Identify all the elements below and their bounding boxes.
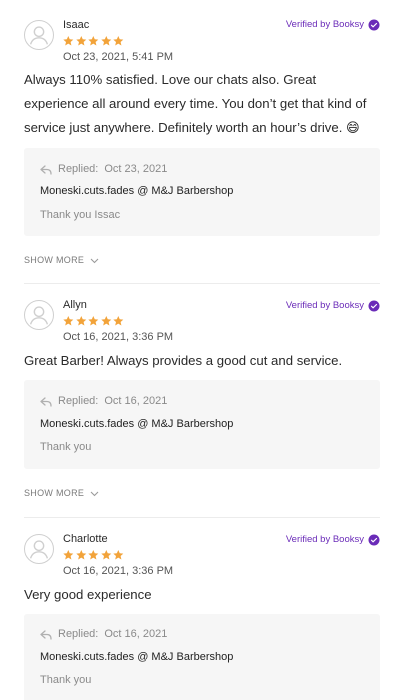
- review-text: Great Barber! Always provides a good cut…: [24, 353, 343, 368]
- review-text: Always 110% satisfied. Love our chats al…: [24, 72, 367, 135]
- chevron-down-icon: [90, 491, 99, 496]
- user-avatar-icon: [24, 300, 54, 330]
- business-reply: Replied: Oct 23, 2021 Moneski.cuts.fades…: [24, 148, 380, 236]
- verified-badge: Verified by Booksy: [286, 19, 380, 31]
- review-card: Charlotte Oct 16, 2021, 3:36 PM Verified…: [0, 515, 404, 700]
- show-more-label: SHOW MORE: [24, 255, 85, 265]
- show-more-label: SHOW MORE: [24, 488, 85, 498]
- star-rating: [62, 315, 125, 327]
- verified-badge: Verified by Booksy: [286, 534, 380, 546]
- star-icon: [101, 550, 112, 560]
- star-icon: [113, 550, 124, 560]
- star-icon: [101, 316, 112, 326]
- reply-arrow-icon: [40, 396, 52, 407]
- star-icon: [75, 550, 86, 560]
- star-icon: [75, 36, 86, 46]
- star-icon: [63, 316, 74, 326]
- star-icon: [101, 36, 112, 46]
- reply-text: Thank you: [40, 441, 92, 453]
- reviews-feed: Isaac Oct 23, 2021, 5:41 PM Verified by …: [0, 0, 404, 700]
- reviewer-name: Charlotte: [63, 533, 108, 545]
- reply-arrow-icon: [40, 629, 52, 640]
- reply-business-name: Moneski.cuts.fades @ M&J Barbershop: [40, 418, 234, 430]
- verified-label: Verified by Booksy: [285, 534, 364, 545]
- chevron-down-icon: [90, 258, 99, 263]
- business-reply: Replied: Oct 16, 2021 Moneski.cuts.fades…: [24, 380, 380, 469]
- star-icon: [63, 550, 74, 560]
- star-icon: [63, 36, 74, 46]
- reply-label: Replied:: [58, 395, 99, 407]
- star-icon: [88, 550, 99, 560]
- star-rating: [62, 35, 125, 47]
- review-date: Oct 23, 2021, 5:41 PM: [63, 51, 174, 63]
- star-icon: [75, 316, 86, 326]
- star-icon: [113, 36, 124, 46]
- verified-check-icon: [368, 19, 380, 31]
- review-date: Oct 16, 2021, 3:36 PM: [63, 331, 174, 343]
- verified-check-icon: [368, 300, 380, 312]
- reply-date: Oct 23, 2021: [104, 163, 168, 175]
- review-date: Oct 16, 2021, 3:36 PM: [63, 565, 174, 577]
- reply-header: Replied: Oct 23, 2021: [40, 163, 167, 176]
- verified-badge: Verified by Booksy: [286, 300, 380, 312]
- user-avatar-icon: [24, 534, 54, 564]
- reviewer-name: Allyn: [63, 299, 87, 311]
- star-icon: [88, 316, 99, 326]
- reply-header: Replied: Oct 16, 2021: [40, 628, 167, 641]
- reply-text: Thank you Issac: [40, 209, 121, 221]
- reply-business-name: Moneski.cuts.fades @ M&J Barbershop: [40, 185, 234, 197]
- verified-check-icon: [368, 534, 380, 546]
- reply-label: Replied:: [58, 628, 99, 640]
- reply-business-name: Moneski.cuts.fades @ M&J Barbershop: [40, 651, 234, 663]
- reply-text: Thank you: [40, 674, 92, 686]
- review-text: Very good experience: [24, 587, 152, 602]
- reply-date: Oct 16, 2021: [104, 395, 168, 407]
- star-icon: [88, 36, 99, 46]
- verified-label: Verified by Booksy: [285, 19, 364, 30]
- reviewer-name: Isaac: [63, 19, 90, 31]
- verified-label: Verified by Booksy: [285, 300, 364, 311]
- reply-date: Oct 16, 2021: [104, 628, 168, 640]
- show-more-button[interactable]: SHOW MORE: [24, 255, 99, 266]
- review-card: Allyn Oct 16, 2021, 3:36 PM Verified by …: [0, 281, 404, 516]
- reply-label: Replied:: [58, 163, 99, 175]
- review-card: Isaac Oct 23, 2021, 5:41 PM Verified by …: [0, 0, 404, 282]
- star-icon: [113, 316, 124, 326]
- show-more-button[interactable]: SHOW MORE: [24, 488, 99, 499]
- reply-arrow-icon: [40, 164, 52, 175]
- user-avatar-icon: [24, 20, 54, 50]
- star-rating: [62, 549, 125, 561]
- business-reply: Replied: Oct 16, 2021 Moneski.cuts.fades…: [24, 614, 380, 700]
- reply-header: Replied: Oct 16, 2021: [40, 395, 167, 408]
